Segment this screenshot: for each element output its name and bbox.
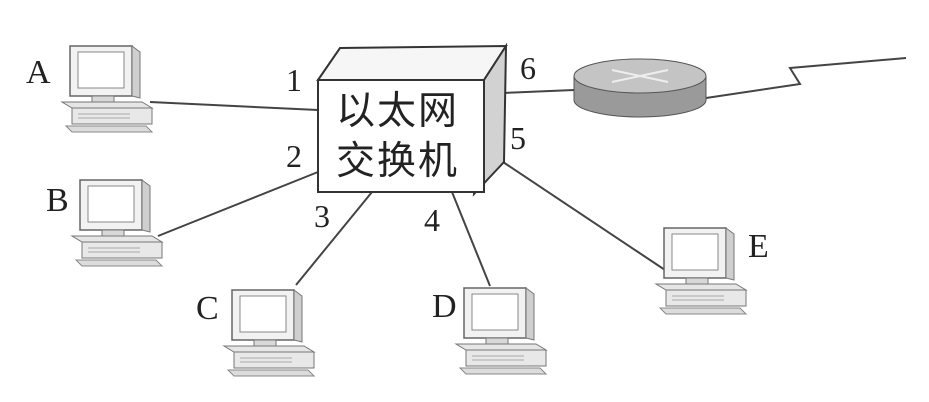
host-b-label: B: [46, 182, 69, 219]
port-4-label: 4: [424, 202, 440, 238]
computer-b-icon: [71, 179, 163, 267]
port-6-label: 6: [520, 50, 536, 86]
port-3-label: 3: [314, 198, 330, 234]
port-5-label: 5: [510, 120, 526, 156]
cable-d: [451, 191, 491, 287]
host-d-label: D: [432, 288, 457, 325]
cable-a: [149, 101, 319, 111]
wan-link: [705, 57, 907, 99]
cable-e: [499, 159, 669, 273]
host-e-label: E: [748, 228, 769, 265]
computer-c-icon: [223, 289, 315, 377]
computer-d-icon: [455, 287, 547, 375]
cable-b: [157, 171, 319, 237]
host-a-label: A: [26, 54, 51, 91]
host-c-label: C: [196, 290, 219, 327]
switch-label-line2: 交换机: [336, 139, 460, 184]
cable-router: [501, 89, 575, 94]
router-icon: [573, 58, 707, 118]
computer-a-icon: [61, 45, 153, 133]
port-2-label: 2: [286, 138, 302, 174]
port-1-label: 1: [286, 62, 302, 98]
cable-c: [295, 191, 373, 286]
computer-e-icon: [655, 227, 747, 315]
switch-label-line1: 以太网: [336, 89, 460, 134]
network-diagram: [61, 42, 907, 377]
